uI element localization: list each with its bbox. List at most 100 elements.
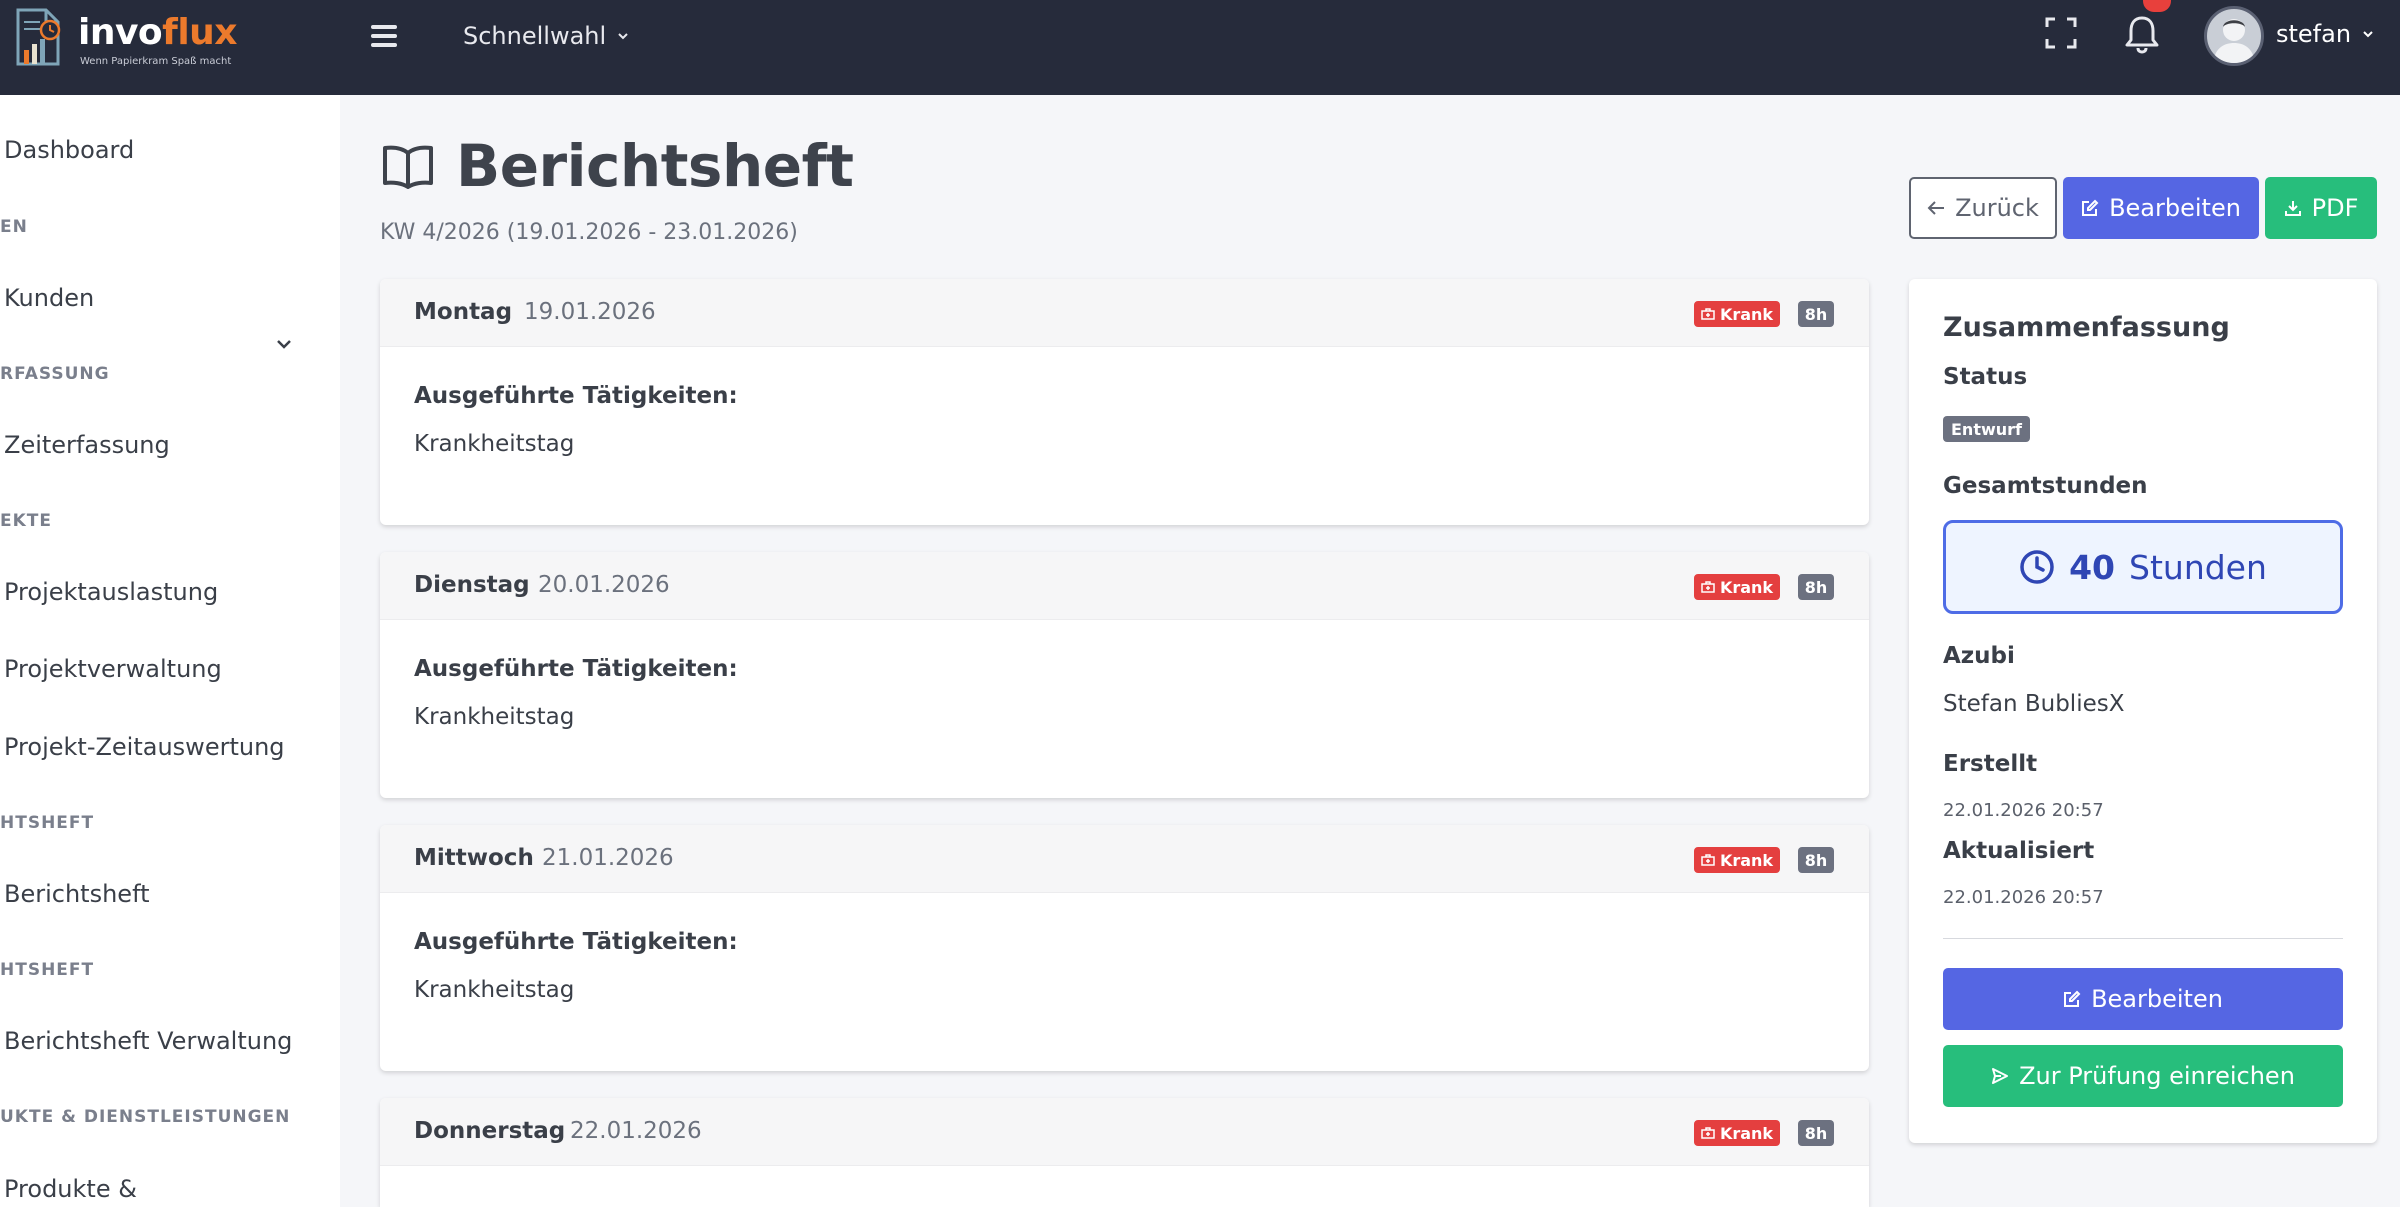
page-title-text: Berichtsheft bbox=[456, 132, 854, 200]
medical-kit-icon bbox=[1701, 581, 1715, 593]
sidebar-section-header: RFASSUNG bbox=[0, 364, 110, 384]
clock-icon bbox=[2020, 550, 2054, 584]
updated-label: Aktualisiert bbox=[1943, 838, 2095, 864]
divider bbox=[1943, 938, 2343, 939]
chevron-down-icon[interactable] bbox=[272, 332, 296, 356]
document-chart-logo-icon bbox=[16, 8, 61, 66]
quick-select-dropdown[interactable]: Schnellwahl bbox=[463, 20, 630, 52]
back-button-label: Zurück bbox=[1955, 194, 2039, 222]
sidebar-item-kunden[interactable]: Kunden bbox=[4, 278, 94, 318]
arrow-left-icon bbox=[1927, 201, 1945, 215]
day-card-wednesday: Mittwoch 21.01.2026 Krank 8h Ausgeführte… bbox=[380, 825, 1869, 1071]
medical-kit-icon bbox=[1701, 1127, 1715, 1139]
hours-badge: 8h bbox=[1798, 1120, 1834, 1146]
total-hours-value: 40 bbox=[2069, 547, 2116, 587]
fullscreen-icon[interactable] bbox=[2044, 16, 2078, 50]
day-card-header: Dienstag 20.01.2026 Krank 8h bbox=[380, 552, 1869, 620]
sidebar-item-berichtsheft[interactable]: Berichtsheft bbox=[4, 874, 150, 914]
sidebar-section-header: EKTE bbox=[0, 511, 52, 531]
summary-panel: Zusammenfassung Status Entwurf Gesamtstu… bbox=[1909, 279, 2377, 1143]
total-hours-box: 40 Stunden bbox=[1943, 520, 2343, 614]
sidebar-section-header: EN bbox=[0, 217, 28, 237]
sidebar-item-berichtsheft-verwaltung[interactable]: Berichtsheft Verwaltung bbox=[4, 1021, 292, 1061]
activities-text: Krankheitstag bbox=[414, 704, 575, 730]
status-badge: Krank bbox=[1694, 574, 1780, 600]
edit-icon bbox=[2082, 199, 2099, 216]
summary-edit-label: Bearbeiten bbox=[2091, 985, 2223, 1013]
created-label: Erstellt bbox=[1943, 751, 2038, 777]
sidebar-item-dashboard[interactable]: Dashboard bbox=[4, 130, 134, 170]
trainee-label: Azubi bbox=[1943, 643, 2015, 669]
day-name: Donnerstag bbox=[414, 1118, 566, 1144]
status-badge: Krank bbox=[1694, 1120, 1780, 1146]
edit-button[interactable]: Bearbeiten bbox=[2063, 177, 2259, 239]
day-card-header: Mittwoch 21.01.2026 Krank 8h bbox=[380, 825, 1869, 893]
total-hours-label: Gesamtstunden bbox=[1943, 473, 2148, 499]
sidebar-item-projektauslastung[interactable]: Projektauslastung bbox=[4, 572, 218, 612]
notification-badge bbox=[2143, 0, 2171, 12]
activities-text: Krankheitstag bbox=[414, 977, 575, 1003]
day-date: 20.01.2026 bbox=[538, 572, 670, 598]
brand-tagline: Wenn Papierkram Spaß macht bbox=[80, 56, 232, 67]
chevron-down-icon bbox=[618, 33, 628, 40]
quick-select-label: Schnellwahl bbox=[463, 22, 607, 50]
sidebar: Dashboard EN Kunden RFASSUNG Zeiterfassu… bbox=[0, 95, 340, 1207]
user-menu[interactable]: stefan bbox=[2276, 20, 2375, 48]
day-card-tuesday: Dienstag 20.01.2026 Krank 8h Ausgeführte… bbox=[380, 552, 1869, 798]
user-avatar-icon bbox=[2213, 19, 2255, 63]
day-name: Dienstag bbox=[414, 572, 530, 598]
activities-text: Krankheitstag bbox=[414, 431, 575, 457]
back-button[interactable]: Zurück bbox=[1909, 177, 2057, 239]
download-icon bbox=[2284, 201, 2301, 216]
page-subtitle: KW 4/2026 (19.01.2026 - 23.01.2026) bbox=[380, 220, 798, 245]
day-card-header: Montag 19.01.2026 Krank 8h bbox=[380, 279, 1869, 347]
brand-name: invoflux bbox=[78, 12, 238, 53]
created-value: 22.01.2026 20:57 bbox=[1943, 800, 2104, 821]
hamburger-icon[interactable] bbox=[368, 20, 400, 52]
sidebar-item-projekt-zeitauswertung[interactable]: Projekt-Zeitauswertung bbox=[4, 727, 285, 767]
day-name: Montag bbox=[414, 299, 513, 325]
sidebar-item-zeiterfassung[interactable]: Zeiterfassung bbox=[4, 425, 170, 465]
status-badge: Entwurf bbox=[1943, 416, 2030, 442]
day-card-monday: Montag 19.01.2026 Krank 8h Ausgeführte T… bbox=[380, 279, 1869, 525]
day-date: 19.01.2026 bbox=[524, 299, 656, 325]
total-hours-unit: Stunden bbox=[2129, 547, 2267, 587]
sidebar-item-produkte[interactable]: Produkte & bbox=[4, 1169, 137, 1207]
updated-value: 22.01.2026 20:57 bbox=[1943, 887, 2104, 908]
activities-label: Ausgeführte Tätigkeiten: bbox=[414, 929, 738, 955]
sidebar-section-header: HTSHEFT bbox=[0, 813, 95, 833]
summary-edit-button[interactable]: Bearbeiten bbox=[1943, 968, 2343, 1030]
sidebar-section-header: UKTE & DIENSTLEISTUNGEN bbox=[0, 1107, 291, 1127]
medical-kit-icon bbox=[1701, 854, 1715, 866]
hours-badge: 8h bbox=[1798, 847, 1834, 873]
medical-kit-icon bbox=[1701, 308, 1715, 320]
submit-button-label: Zur Prüfung einreichen bbox=[2019, 1062, 2295, 1090]
book-open-icon bbox=[383, 145, 433, 189]
sidebar-section-header: HTSHEFT bbox=[0, 960, 95, 980]
day-date: 21.01.2026 bbox=[542, 845, 674, 871]
user-name: stefan bbox=[2276, 20, 2352, 48]
edit-button-label: Bearbeiten bbox=[2109, 194, 2241, 222]
trainee-value: Stefan BubliesX bbox=[1943, 691, 2125, 717]
day-date: 22.01.2026 bbox=[570, 1118, 702, 1144]
status-badge: Krank bbox=[1694, 847, 1780, 873]
brand-logo[interactable]: invoflux Wenn Papierkram Spaß macht bbox=[6, 6, 238, 68]
summary-title: Zusammenfassung bbox=[1943, 312, 2230, 343]
pdf-download-button[interactable]: PDF bbox=[2265, 177, 2377, 239]
sidebar-item-projektverwaltung[interactable]: Projektverwaltung bbox=[4, 649, 222, 689]
avatar[interactable] bbox=[2204, 6, 2264, 66]
activities-label: Ausgeführte Tätigkeiten: bbox=[414, 656, 738, 682]
pdf-button-label: PDF bbox=[2311, 194, 2359, 222]
send-icon bbox=[1992, 1068, 2009, 1084]
page-title: Berichtsheft bbox=[382, 132, 854, 200]
status-badge: Krank bbox=[1694, 301, 1780, 327]
day-name: Mittwoch bbox=[414, 845, 534, 871]
status-label: Status bbox=[1943, 364, 2028, 390]
hours-badge: 8h bbox=[1798, 301, 1834, 327]
edit-icon bbox=[2064, 990, 2081, 1007]
day-card-header: Donnerstag 22.01.2026 Krank 8h bbox=[380, 1098, 1869, 1166]
top-navbar: invoflux Wenn Papierkram Spaß macht Schn… bbox=[0, 0, 2400, 95]
activities-label: Ausgeführte Tätigkeiten: bbox=[414, 383, 738, 409]
bell-icon[interactable] bbox=[2124, 14, 2160, 54]
submit-for-review-button[interactable]: Zur Prüfung einreichen bbox=[1943, 1045, 2343, 1107]
